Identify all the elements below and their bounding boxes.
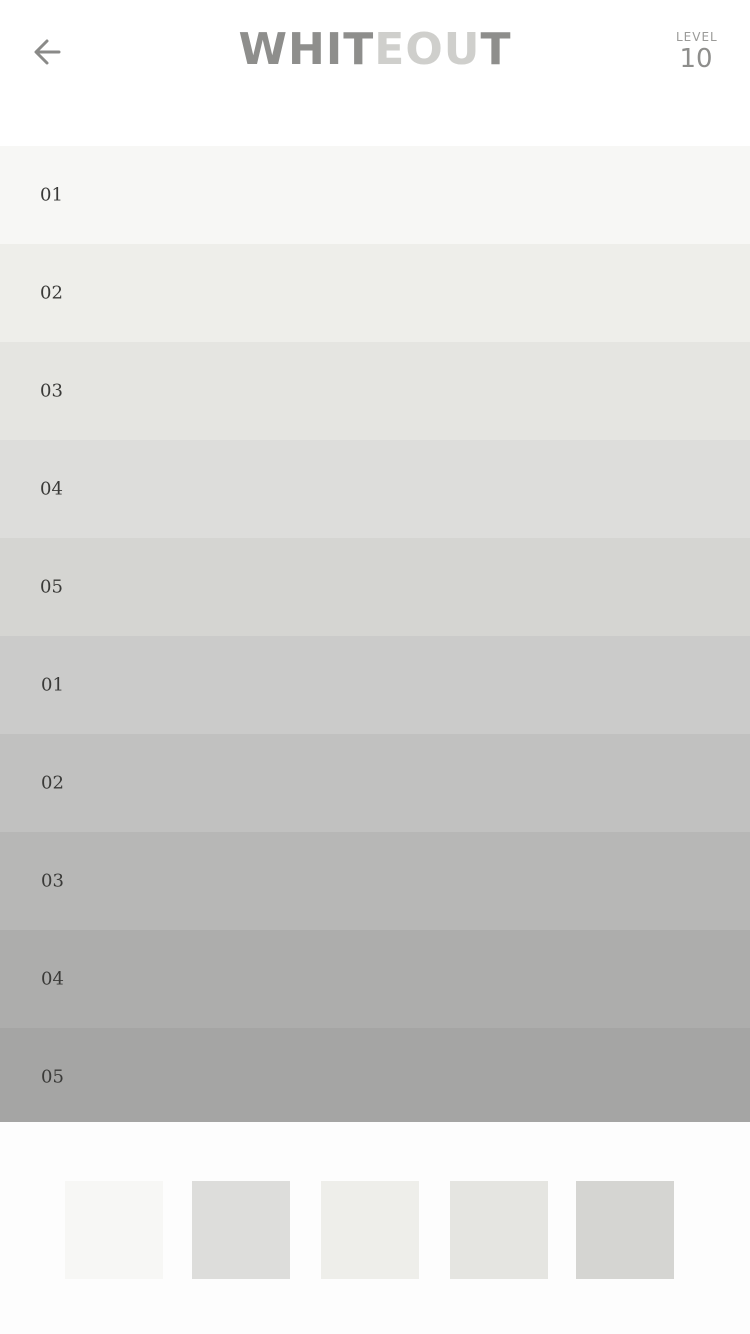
- shade-row-label: 04: [40, 478, 63, 500]
- color-swatch[interactable]: [192, 1181, 290, 1279]
- shade-row[interactable]: 02: [0, 734, 750, 832]
- title-part-dark: WHIT: [238, 24, 375, 75]
- shade-row-label: 03: [40, 380, 63, 402]
- level-label: LEVEL: [676, 30, 718, 44]
- shade-row[interactable]: 05: [0, 538, 750, 636]
- shade-row-label: 01: [41, 674, 64, 696]
- color-swatch[interactable]: [321, 1181, 419, 1279]
- shade-row[interactable]: 02: [0, 244, 750, 342]
- title-part-end: T: [480, 24, 512, 75]
- color-swatch[interactable]: [576, 1181, 674, 1279]
- shade-row-label: 01: [40, 184, 63, 206]
- shade-row-label: 03: [41, 870, 64, 892]
- shade-rows: 01 02 03 04 05 01 02 03 04 05: [0, 146, 750, 1126]
- shade-row-label: 05: [41, 1066, 64, 1088]
- shade-row-label: 05: [40, 576, 63, 598]
- title-part-faded: EOU: [374, 24, 481, 75]
- game-title: WHITEOUT: [0, 26, 750, 74]
- color-swatch[interactable]: [65, 1181, 163, 1279]
- swatch-tray: [0, 1122, 750, 1334]
- color-swatch[interactable]: [450, 1181, 548, 1279]
- shade-row-label: 04: [41, 968, 64, 990]
- shade-row[interactable]: 04: [0, 930, 750, 1028]
- level-indicator: LEVEL 10: [676, 30, 718, 74]
- shade-row[interactable]: 03: [0, 832, 750, 930]
- shade-row[interactable]: 01: [0, 636, 750, 734]
- level-value: 10: [679, 44, 713, 74]
- shade-row-label: 02: [40, 282, 63, 304]
- shade-row[interactable]: 05: [0, 1028, 750, 1126]
- shade-row[interactable]: 04: [0, 440, 750, 538]
- header: WHITEOUT LEVEL 10: [0, 0, 750, 146]
- shade-row[interactable]: 01: [0, 146, 750, 244]
- shade-row[interactable]: 03: [0, 342, 750, 440]
- shade-row-label: 02: [41, 772, 64, 794]
